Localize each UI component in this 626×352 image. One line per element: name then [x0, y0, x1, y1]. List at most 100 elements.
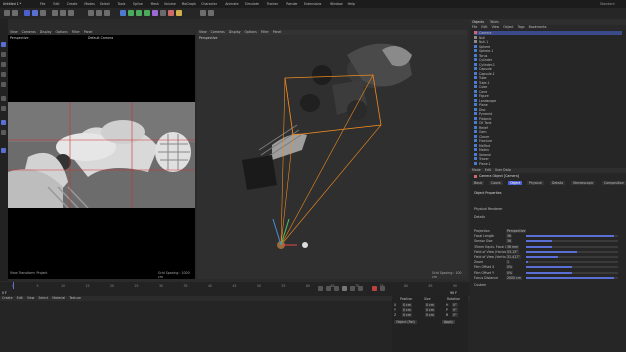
viewport-menu-view[interactable]: View	[197, 30, 207, 34]
object-list-item[interactable]: Relief	[474, 125, 488, 130]
coord-value-field[interactable]: 0 cm	[425, 303, 435, 307]
attribute-slider[interactable]	[526, 235, 618, 238]
object-list-item[interactable]: Null	[474, 35, 485, 40]
lock-icon[interactable]	[1, 130, 6, 135]
solo-icon[interactable]	[1, 148, 6, 153]
object-list-item[interactable]: Oil Tank	[474, 121, 492, 125]
next-key-icon[interactable]	[350, 286, 355, 291]
menu-tools[interactable]: Tools	[118, 2, 126, 6]
snap-icon[interactable]	[200, 10, 206, 16]
material-menu-edit[interactable]: Edit	[14, 296, 23, 300]
om-menu-edit[interactable]: Edit	[478, 25, 487, 29]
attribute-tab-physical[interactable]: Physical	[527, 181, 544, 185]
attribute-slider[interactable]	[526, 276, 618, 279]
material-menu-create[interactable]: Create	[0, 296, 13, 300]
attribute-slider[interactable]	[526, 261, 618, 264]
nurbs-icon[interactable]	[136, 10, 142, 16]
coord-value-field[interactable]: 0 cm	[425, 308, 435, 312]
goto-start-icon[interactable]	[318, 286, 323, 291]
current-frame-field[interactable]: 0 F	[2, 291, 7, 295]
menu-mograph[interactable]: MoGraph	[182, 2, 196, 6]
scene-icon[interactable]	[160, 10, 166, 16]
menu-simulate[interactable]: Simulate	[245, 2, 259, 6]
am-menu-mode[interactable]: Mode	[470, 168, 481, 172]
camera-viewport-menu-view[interactable]: View	[8, 30, 18, 34]
edges-mode-icon[interactable]	[1, 72, 6, 77]
object-list-item[interactable]: Cone	[474, 89, 487, 94]
menu-select[interactable]: Select	[100, 2, 110, 6]
object-list-item[interactable]: Cylinder	[474, 58, 492, 62]
play-backward-icon[interactable]	[334, 286, 339, 291]
menu-help[interactable]: Help	[348, 2, 355, 6]
move-tool-icon[interactable]	[24, 10, 30, 16]
section-object-properties[interactable]: Object Properties	[474, 191, 502, 195]
object-list-item[interactable]: Fracture	[474, 139, 492, 143]
object-list-item[interactable]: Sphere	[474, 44, 490, 49]
cube-icon[interactable]	[120, 10, 126, 16]
menu-character[interactable]: Character	[201, 2, 217, 6]
z-axis-icon[interactable]	[68, 10, 74, 16]
object-list-item[interactable]: Cloner	[474, 134, 489, 139]
coord-value-field[interactable]: 0 cm	[425, 313, 435, 317]
redo-icon[interactable]	[12, 10, 18, 16]
menu-spline[interactable]: Spline	[133, 2, 143, 6]
scale-tool-icon[interactable]	[32, 10, 38, 16]
object-list-item[interactable]: Gem	[474, 130, 487, 134]
object-list-item[interactable]: Tracer	[474, 157, 489, 161]
record-icon[interactable]	[372, 286, 377, 291]
material-menu-texture[interactable]: Texture	[66, 296, 81, 300]
section-details[interactable]: Details	[474, 215, 485, 219]
object-list-item[interactable]: Camera	[474, 31, 622, 35]
viewport-menu-display[interactable]: Display	[226, 30, 241, 34]
coord-value-field[interactable]: 0 cm	[402, 313, 412, 317]
perspective-viewport[interactable]: View Cameras Display Options Filter Pane…	[197, 30, 467, 279]
object-list-item[interactable]: Voronoi	[474, 152, 491, 157]
tab-objects[interactable]: Objects	[472, 20, 484, 24]
attribute-value-field[interactable]: 1	[506, 260, 511, 265]
object-list-item[interactable]: Plane.1	[474, 161, 491, 166]
attribute-tab-details[interactable]: Details	[550, 181, 566, 185]
object-list-item[interactable]: Platonic	[474, 116, 492, 121]
object-list-item[interactable]: Pyramid	[474, 112, 492, 116]
attribute-value-field[interactable]: 36	[506, 239, 513, 244]
viewport-menu-options[interactable]: Options	[242, 30, 257, 34]
end-frame-field[interactable]: 90 F	[450, 291, 457, 295]
object-list-item[interactable]: MoText	[474, 143, 490, 148]
prev-key-icon[interactable]	[326, 286, 331, 291]
menu-file[interactable]: File	[40, 2, 45, 6]
object-list-item[interactable]: Sphere.1	[474, 49, 493, 53]
coord-value-field[interactable]: 0 cm	[402, 303, 412, 307]
object-list-item[interactable]: Null.1	[474, 40, 488, 44]
object-list-item[interactable]: Capsule.1	[474, 71, 495, 76]
menu-create[interactable]: Create	[67, 2, 78, 6]
viewport-menu-cameras[interactable]: Cameras	[208, 30, 225, 34]
material-menu-select[interactable]: Select	[35, 296, 48, 300]
playhead[interactable]	[13, 282, 14, 289]
snap-toggle-icon[interactable]	[1, 120, 6, 125]
object-list-item[interactable]: Cylinder.1	[474, 62, 495, 67]
camera-icon[interactable]	[168, 10, 174, 16]
camera-viewport-menu-display[interactable]: Display	[37, 30, 52, 34]
tab-takes[interactable]: Takes	[490, 20, 499, 24]
material-menu-view[interactable]: View	[24, 296, 35, 300]
object-list-item[interactable]: Capsule	[474, 67, 492, 71]
material-menu-material[interactable]: Material	[49, 296, 65, 300]
coord-value-field[interactable]: 0°	[452, 308, 458, 312]
om-menu-file[interactable]: File	[470, 25, 477, 29]
menu-edit[interactable]: Edit	[53, 2, 59, 6]
deformer-icon[interactable]	[152, 10, 158, 16]
goto-end-icon[interactable]	[358, 286, 363, 291]
play-icon[interactable]	[342, 286, 347, 291]
attribute-tab-coord[interactable]: Coord.	[489, 181, 504, 185]
object-list-item[interactable]: Disc	[474, 107, 486, 112]
render-view-icon[interactable]	[88, 10, 94, 16]
timeline[interactable]: 051015202530354045505560657075808590 0 F…	[0, 282, 470, 296]
attribute-tab-object[interactable]: Object	[508, 181, 523, 185]
coord-value-field[interactable]: 0 cm	[402, 308, 412, 312]
attribute-slider[interactable]	[526, 271, 618, 274]
viewport-menu-filter[interactable]: Filter	[258, 30, 269, 34]
menu-mesh[interactable]: Mesh	[151, 2, 159, 6]
autokey-icon[interactable]	[380, 286, 385, 291]
attribute-tab-stereoscopic[interactable]: Stereoscopic	[571, 181, 596, 185]
tweak-icon[interactable]	[1, 106, 6, 111]
